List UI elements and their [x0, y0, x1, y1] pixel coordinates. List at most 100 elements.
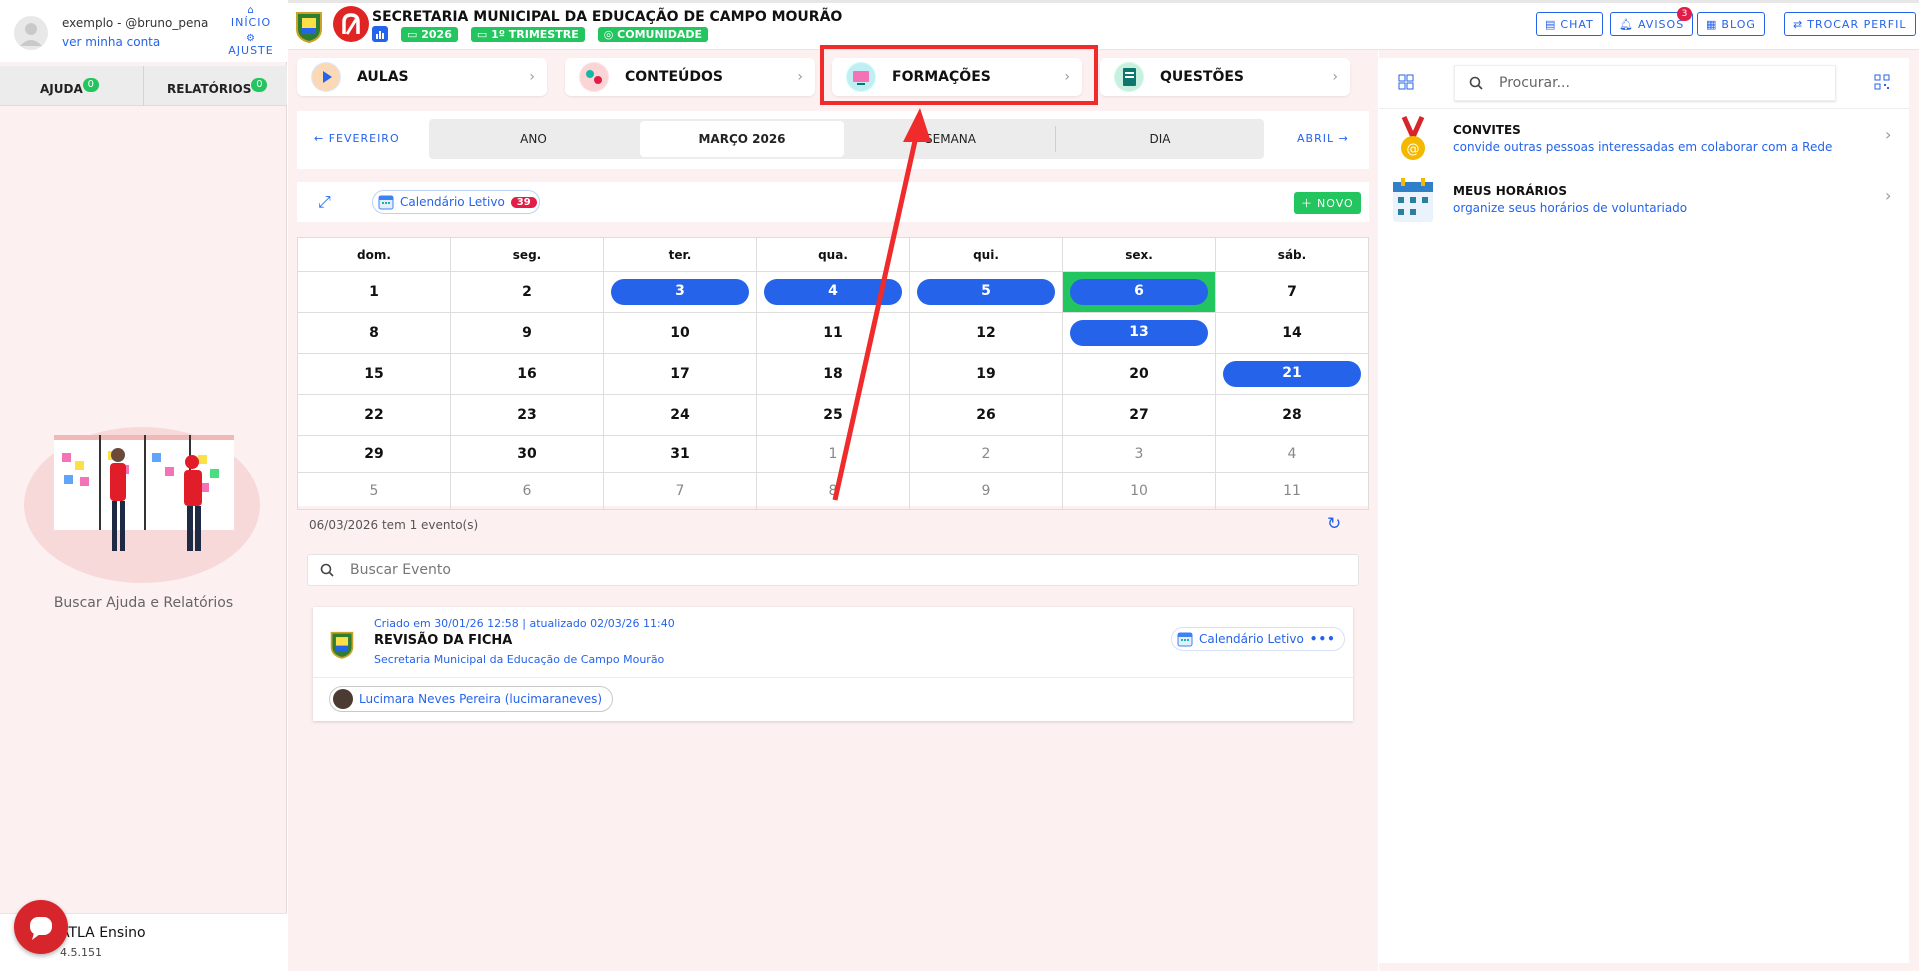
calendar-icon [1177, 632, 1193, 647]
day-cell-outside[interactable]: 7 [603, 472, 757, 510]
day-cell[interactable]: 23 [450, 394, 604, 436]
day-cell[interactable]: 27 [1062, 394, 1216, 436]
day-cell-event[interactable]: 13 [1062, 312, 1216, 354]
video-play-icon [311, 62, 341, 92]
svg-text:@: @ [1407, 142, 1420, 157]
view-ano[interactable]: ANO [429, 119, 638, 159]
calendar-schedule-icon [1391, 176, 1435, 224]
day-cell-outside[interactable]: 4 [1215, 435, 1369, 473]
qr-code-icon[interactable] [1874, 74, 1890, 90]
grid-view-icon[interactable] [1398, 74, 1414, 90]
expand-icon[interactable]: ⤢ [318, 192, 331, 212]
participant-name: Lucimara Neves Pereira (lucimaraneves) [359, 692, 603, 706]
calendar-chip[interactable]: Calendário Letivo 39 [372, 190, 540, 214]
day-cell[interactable]: 7 [1215, 271, 1369, 313]
city-crest-logo [294, 9, 324, 43]
calendar-mini-icon: ▭ [476, 27, 492, 41]
day-cell[interactable]: 20 [1062, 353, 1216, 395]
settings-link[interactable]: ⚙ AJUSTE [226, 34, 276, 58]
category-aulas[interactable]: AULAS › [297, 58, 547, 96]
org-title: SECRETARIA MUNICIPAL DA EDUCAÇÃO DE CAMP… [372, 9, 843, 25]
event-title[interactable]: REVISÃO DA FICHA [374, 633, 512, 648]
event-marker[interactable]: 3 [611, 279, 749, 305]
day-cell[interactable]: 1 [297, 271, 451, 313]
event-card[interactable]: Criado em 30/01/26 12:58 | atualizado 02… [313, 607, 1353, 721]
prev-month-link[interactable]: ← FEVEREIRO [314, 132, 400, 145]
switch-icon: ⇄ [1793, 17, 1804, 31]
org-crest-icon [329, 629, 355, 659]
day-cell-event[interactable]: 3 [603, 271, 757, 313]
event-marker[interactable]: 6 [1070, 279, 1208, 305]
event-marker[interactable]: 21 [1223, 361, 1361, 387]
day-cell[interactable]: 14 [1215, 312, 1369, 354]
home-link[interactable]: ⌂ INÍCIO [226, 5, 276, 30]
more-options-icon[interactable]: ••• [1310, 632, 1336, 646]
medal-icon: @ [1398, 115, 1428, 163]
day-cell[interactable]: 10 [603, 312, 757, 354]
event-calendar-chip[interactable]: Calendário Letivo ••• [1171, 627, 1345, 651]
home-icon: ⌂ [247, 5, 255, 16]
day-cell[interactable]: 16 [450, 353, 604, 395]
day-cell[interactable]: 2 [450, 271, 604, 313]
my-account-link[interactable]: ver minha conta [62, 35, 160, 49]
day-cell-event[interactable]: 21 [1215, 353, 1369, 395]
chart-icon[interactable] [372, 26, 388, 42]
day-cell[interactable]: 29 [297, 435, 451, 473]
day-cell[interactable]: 17 [603, 353, 757, 395]
participant-chip[interactable]: Lucimara Neves Pereira (lucimaraneves) [329, 686, 614, 712]
tab-divider [143, 66, 144, 106]
refresh-icon[interactable]: ↻ [1327, 514, 1341, 534]
day-cell[interactable]: 22 [297, 394, 451, 436]
tab-ajuda[interactable]: AJUDA 0 [40, 78, 99, 97]
day-cell[interactable]: 8 [297, 312, 451, 354]
category-conteudos[interactable]: CONTEÚDOS › [565, 58, 815, 96]
avatar[interactable] [14, 16, 48, 50]
events-summary: 06/03/2026 tem 1 evento(s) [309, 518, 479, 532]
year-pill[interactable]: ▭ 2026 [401, 26, 458, 42]
day-cell-outside[interactable]: 6 [450, 472, 604, 510]
blog-label: BLOG [1721, 17, 1756, 31]
switch-profile-button[interactable]: ⇄ TROCAR PERFIL [1784, 12, 1916, 36]
right-search-input[interactable]: Procurar... [1454, 65, 1836, 101]
day-cell-selected[interactable]: 6 [1062, 271, 1216, 313]
day-cell-outside[interactable]: 3 [1062, 435, 1216, 473]
user-box: exemplo - @bruno_pena ver minha conta ⌂ … [0, 0, 287, 62]
day-cell[interactable]: 30 [450, 435, 604, 473]
day-cell[interactable]: 9 [450, 312, 604, 354]
day-cell[interactable]: 28 [1215, 394, 1369, 436]
participant-avatar [333, 689, 353, 709]
atla-logo[interactable] [333, 6, 369, 42]
day-cell[interactable]: 15 [297, 353, 451, 395]
day-cell-outside[interactable]: 11 [1215, 472, 1369, 510]
chevron-right-icon: › [1885, 125, 1892, 144]
new-event-label: NOVO [1317, 196, 1354, 210]
schedule-item[interactable]: MEUS HORÁRIOS organize seus horários de … [1379, 170, 1909, 230]
content-icon [579, 62, 609, 92]
settings-label: AJUSTE [228, 44, 274, 57]
category-conteudos-label: CONTEÚDOS [625, 69, 723, 85]
event-marker[interactable]: 13 [1070, 320, 1208, 346]
view-dia[interactable]: DIA [1056, 119, 1264, 159]
community-label: COMUNIDADE [617, 27, 703, 41]
day-cell-outside[interactable]: 10 [1062, 472, 1216, 510]
chat-bubble-button[interactable] [14, 900, 68, 954]
chevron-right-icon: › [797, 69, 803, 85]
view-mes[interactable]: MARÇO 2026 [640, 121, 844, 157]
day-cell[interactable]: 31 [603, 435, 757, 473]
community-pill[interactable]: ◎ COMUNIDADE [597, 26, 709, 42]
day-cell[interactable]: 24 [603, 394, 757, 436]
chat-button[interactable]: ▤ CHAT [1536, 12, 1603, 36]
new-event-button[interactable]: ＋ NOVO [1294, 192, 1361, 214]
event-search-input[interactable]: Buscar Evento [307, 554, 1359, 586]
next-month-link[interactable]: ABRIL → [1297, 132, 1349, 145]
search-icon [1469, 76, 1483, 90]
day-cell-outside[interactable]: 5 [297, 472, 451, 510]
event-org[interactable]: Secretaria Municipal da Educação de Camp… [374, 653, 664, 666]
invites-item[interactable]: @ CONVITES convide outras pessoas intere… [1379, 109, 1909, 169]
blog-button[interactable]: ▦ BLOG [1697, 12, 1765, 36]
period-pill[interactable]: ▭ 1º TRIMESTRE [470, 26, 585, 42]
category-questoes[interactable]: QUESTÕES › [1100, 58, 1350, 96]
plus-icon: ＋ [1301, 197, 1313, 210]
right-search-placeholder: Procurar... [1499, 75, 1570, 91]
tab-relatorios[interactable]: RELATÓRIOS 0 [167, 78, 268, 97]
